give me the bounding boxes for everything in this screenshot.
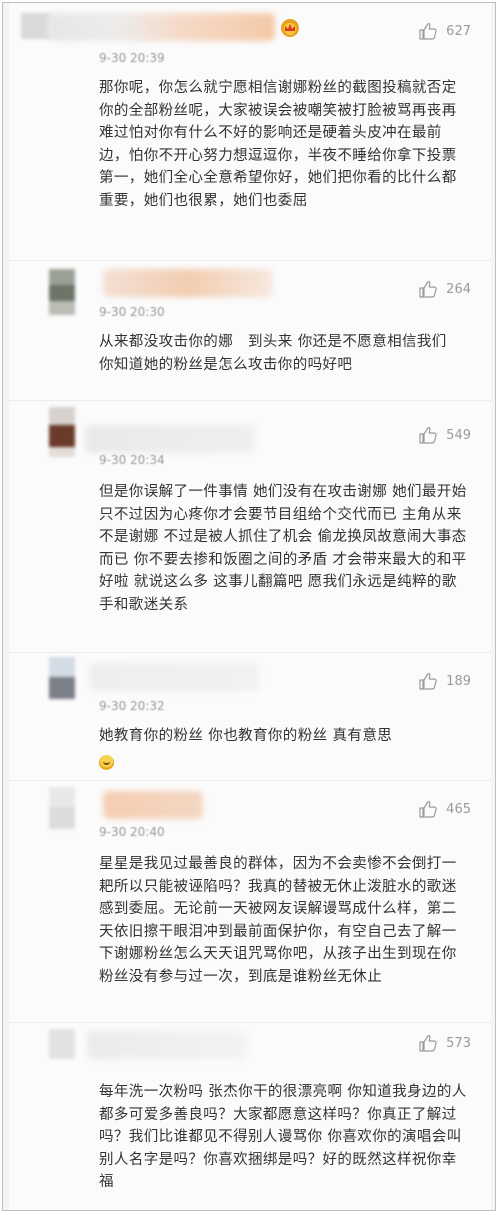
thumbs-up-icon [419, 281, 437, 298]
like-button[interactable]: 264 [418, 279, 471, 299]
comment-timestamp: 9-30 20:40 [99, 825, 165, 839]
comment-timestamp: 9-30 20:30 [99, 305, 165, 319]
comment-card: 9-30 20:39 627 那你呢，你怎么就宁愿相信谢娜粉丝的截图投稿就否定你… [9, 3, 491, 261]
like-count: 549 [446, 427, 471, 443]
like-button[interactable]: 549 [418, 425, 471, 445]
comment-card: 9-30 20:30 264 从来都没攻击你的娜 到头来 你还是不愿意相信我们 … [9, 261, 491, 401]
like-button[interactable]: 627 [418, 21, 471, 41]
comment-card: 573 每年洗一次粉吗 张杰你干的很漂亮啊 你知道我身边的人都多可爱多善良吗？大… [9, 1023, 491, 1210]
comment-timestamp: 9-30 20:32 [99, 699, 165, 713]
username-blurred[interactable] [89, 663, 259, 691]
thumbs-up-icon [419, 1035, 437, 1052]
comment-timestamp: 9-30 20:39 [99, 51, 165, 65]
comment-timestamp: 9-30 20:34 [99, 453, 165, 467]
like-count: 627 [446, 23, 471, 39]
username-blurred[interactable] [87, 1031, 247, 1059]
like-button[interactable]: 465 [418, 799, 471, 819]
comment-text: 每年洗一次粉吗 张杰你干的很漂亮啊 你知道我身边的人都多可爱多善良吗？大家都愿意… [99, 1084, 467, 1190]
avatar[interactable] [49, 1029, 79, 1063]
like-button[interactable]: 573 [418, 1033, 471, 1053]
username-blurred[interactable] [47, 13, 275, 41]
crown-badge-icon [281, 19, 299, 37]
avatar[interactable] [49, 407, 79, 457]
smile-emoji [99, 755, 114, 770]
thumbs-up-icon [419, 23, 437, 40]
comment-text: 但是你误解了一件事情 她们没有在攻击谢娜 她们最开始只不过因为心疼你才会要节目组… [99, 484, 467, 613]
comment-text: 从来都没攻击你的娜 到头来 你还是不愿意相信我们 你知道她的粉丝是怎么攻击你的吗… [99, 334, 462, 373]
comment-text: 她教育你的粉丝 你也教育你的粉丝 真有意思 [99, 728, 393, 744]
like-count: 264 [446, 281, 471, 297]
avatar[interactable] [49, 657, 79, 699]
avatar[interactable] [49, 269, 79, 315]
comment-text: 那你呢，你怎么就宁愿相信谢娜粉丝的截图投稿就否定你的全部粉丝呢，大家被误会被嘲笑… [99, 80, 457, 209]
like-count: 189 [446, 673, 471, 689]
like-count: 573 [446, 1035, 471, 1051]
comment-card: 9-30 20:34 549 但是你误解了一件事情 她们没有在攻击谢娜 她们最开… [9, 401, 491, 653]
thumbs-up-icon [419, 801, 437, 818]
comment-card: 9-30 20:32 189 她教育你的粉丝 你也教育你的粉丝 真有意思 [9, 653, 491, 781]
username-blurred[interactable] [103, 791, 203, 819]
comment-card: 9-30 20:40 465 星星是我见过最善良的群体，因为不会卖惨不会倒打一耙… [9, 781, 491, 1023]
avatar[interactable] [49, 787, 79, 829]
username-blurred[interactable] [103, 269, 273, 297]
like-count: 465 [446, 801, 471, 817]
thumbs-up-icon [419, 673, 437, 690]
thumbs-up-icon [419, 427, 437, 444]
comment-feed: 9-30 20:39 627 那你呢，你怎么就宁愿相信谢娜粉丝的截图投稿就否定你… [2, 2, 496, 1211]
username-blurred[interactable] [85, 425, 255, 453]
like-button[interactable]: 189 [418, 671, 471, 691]
comment-text: 星星是我见过最善良的群体，因为不会卖惨不会倒打一耙所以只能被诬陷吗？我真的替被无… [99, 856, 457, 985]
